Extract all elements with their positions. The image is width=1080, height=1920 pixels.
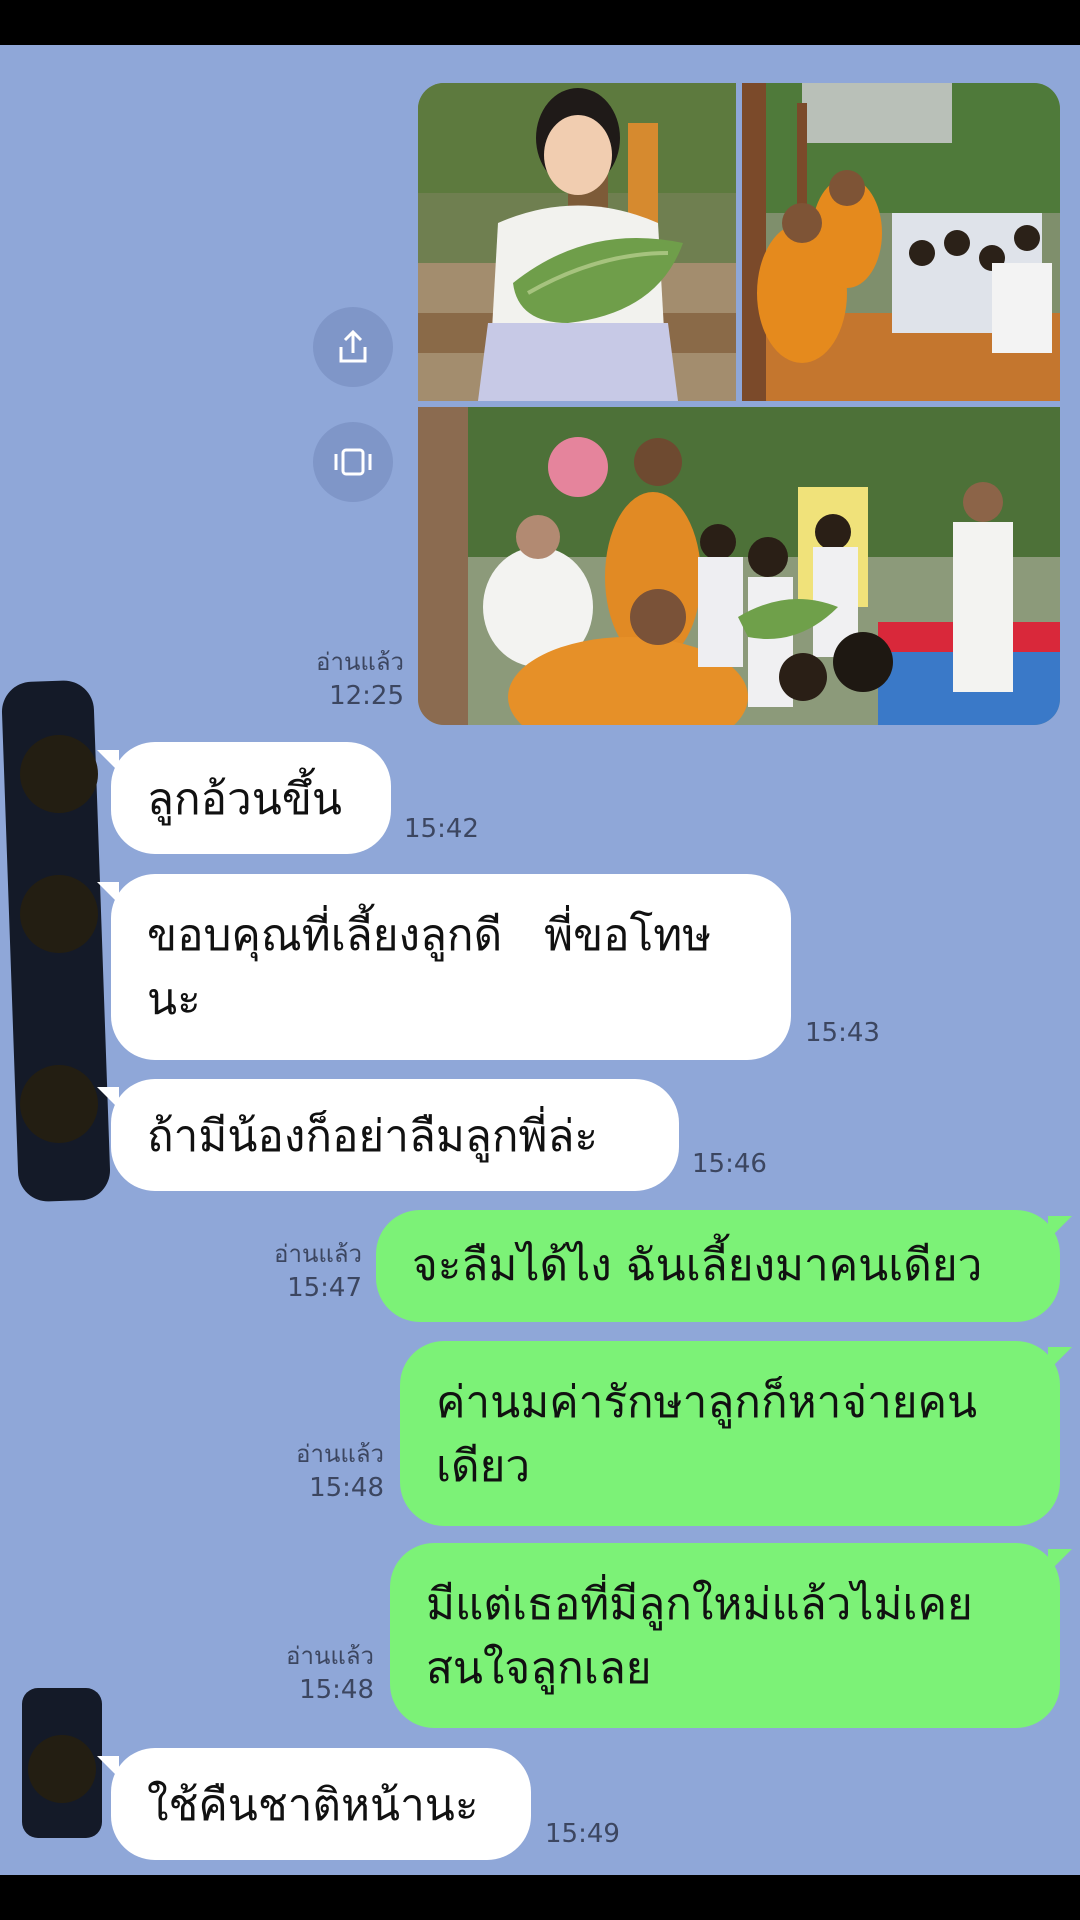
incoming-message-bubble[interactable]: ขอบคุณที่เลี้ยงลูกดี พี่ขอโทษ นะ <box>97 874 791 1060</box>
avatar-redacted-mark <box>20 1065 98 1143</box>
read-label: อ่านแล้ว <box>274 1240 362 1268</box>
message-time: 15:43 <box>805 1018 880 1048</box>
read-label: อ่านแล้ว <box>296 1440 384 1468</box>
message-time: 15:46 <box>692 1149 767 1179</box>
photo-girl-holding-leaf[interactable] <box>418 83 736 401</box>
message-time: 12:25 <box>329 681 404 711</box>
avatar-redacted-mark <box>20 875 98 953</box>
message-time: 15:42 <box>404 814 479 844</box>
message-text: ลูกอ้วนขึ้น <box>147 774 342 825</box>
incoming-message-bubble[interactable]: ถ้ามีน้องก็อย่าลืมลูกพี่ล่ะ <box>97 1079 679 1191</box>
message-time: 15:48 <box>309 1473 384 1503</box>
outgoing-message-bubble[interactable]: ค่านมค่ารักษาลูกก็หาจ่ายคน เดียว <box>400 1341 1072 1526</box>
message-text-line: นะ <box>147 974 201 1025</box>
album-icon <box>334 448 372 476</box>
message-text-line: ขอบคุณที่เลี้ยงลูกดี พี่ขอโทษ <box>147 910 712 961</box>
message-text: ถ้ามีน้องก็อย่าลืมลูกพี่ล่ะ <box>147 1111 599 1162</box>
incoming-message-bubble[interactable]: ใช้คืนชาติหน้านะ <box>97 1748 531 1860</box>
photo-read-status: อ่านแล้ว 12:25 <box>280 645 404 713</box>
read-label: อ่านแล้ว <box>286 1642 374 1670</box>
outgoing-message-bubble[interactable]: จะลืมได้ไง ฉันเลี้ยงมาคนเดียว <box>376 1210 1072 1322</box>
message-time: 15:47 <box>287 1273 362 1303</box>
message-text-line: มีแต่เธอที่มีลูกใหม่แล้วไม่เคย <box>426 1579 973 1630</box>
message-text-line: เดียว <box>436 1441 531 1492</box>
read-status: อ่านแล้ว 15:48 <box>260 1437 384 1505</box>
message-text: ใช้คืนชาติหน้านะ <box>147 1780 479 1831</box>
photo-monk-ceremony-2[interactable] <box>418 407 1060 725</box>
avatar-redacted-mark <box>20 735 98 813</box>
message-time: 15:49 <box>545 1819 620 1849</box>
read-status: อ่านแล้ว 15:47 <box>238 1237 362 1305</box>
read-status: อ่านแล้ว 15:48 <box>250 1639 374 1707</box>
photo-monk-ceremony-1[interactable] <box>742 83 1060 401</box>
message-text: จะลืมได้ไง ฉันเลี้ยงมาคนเดียว <box>412 1240 983 1291</box>
message-time: 15:48 <box>299 1675 374 1705</box>
chat-area[interactable]: อ่านแล้ว 12:25 ลูกอ้วนขึ้น 15:42 ขอบคุณท… <box>0 45 1080 1875</box>
message-text-line: สนใจลูกเลย <box>426 1643 652 1694</box>
message-text-line: ค่านมค่ารักษาลูกก็หาจ่ายคน <box>436 1377 978 1428</box>
outgoing-message-bubble[interactable]: มีแต่เธอที่มีลูกใหม่แล้วไม่เคย สนใจลูกเล… <box>390 1543 1072 1728</box>
avatar-redacted-mark <box>28 1735 96 1803</box>
read-label: อ่านแล้ว <box>316 648 404 676</box>
share-icon <box>339 329 367 363</box>
album-button[interactable] <box>313 422 393 502</box>
incoming-message-bubble[interactable]: ลูกอ้วนขึ้น <box>97 742 391 854</box>
photo-grid[interactable] <box>418 83 1060 725</box>
share-button[interactable] <box>313 307 393 387</box>
